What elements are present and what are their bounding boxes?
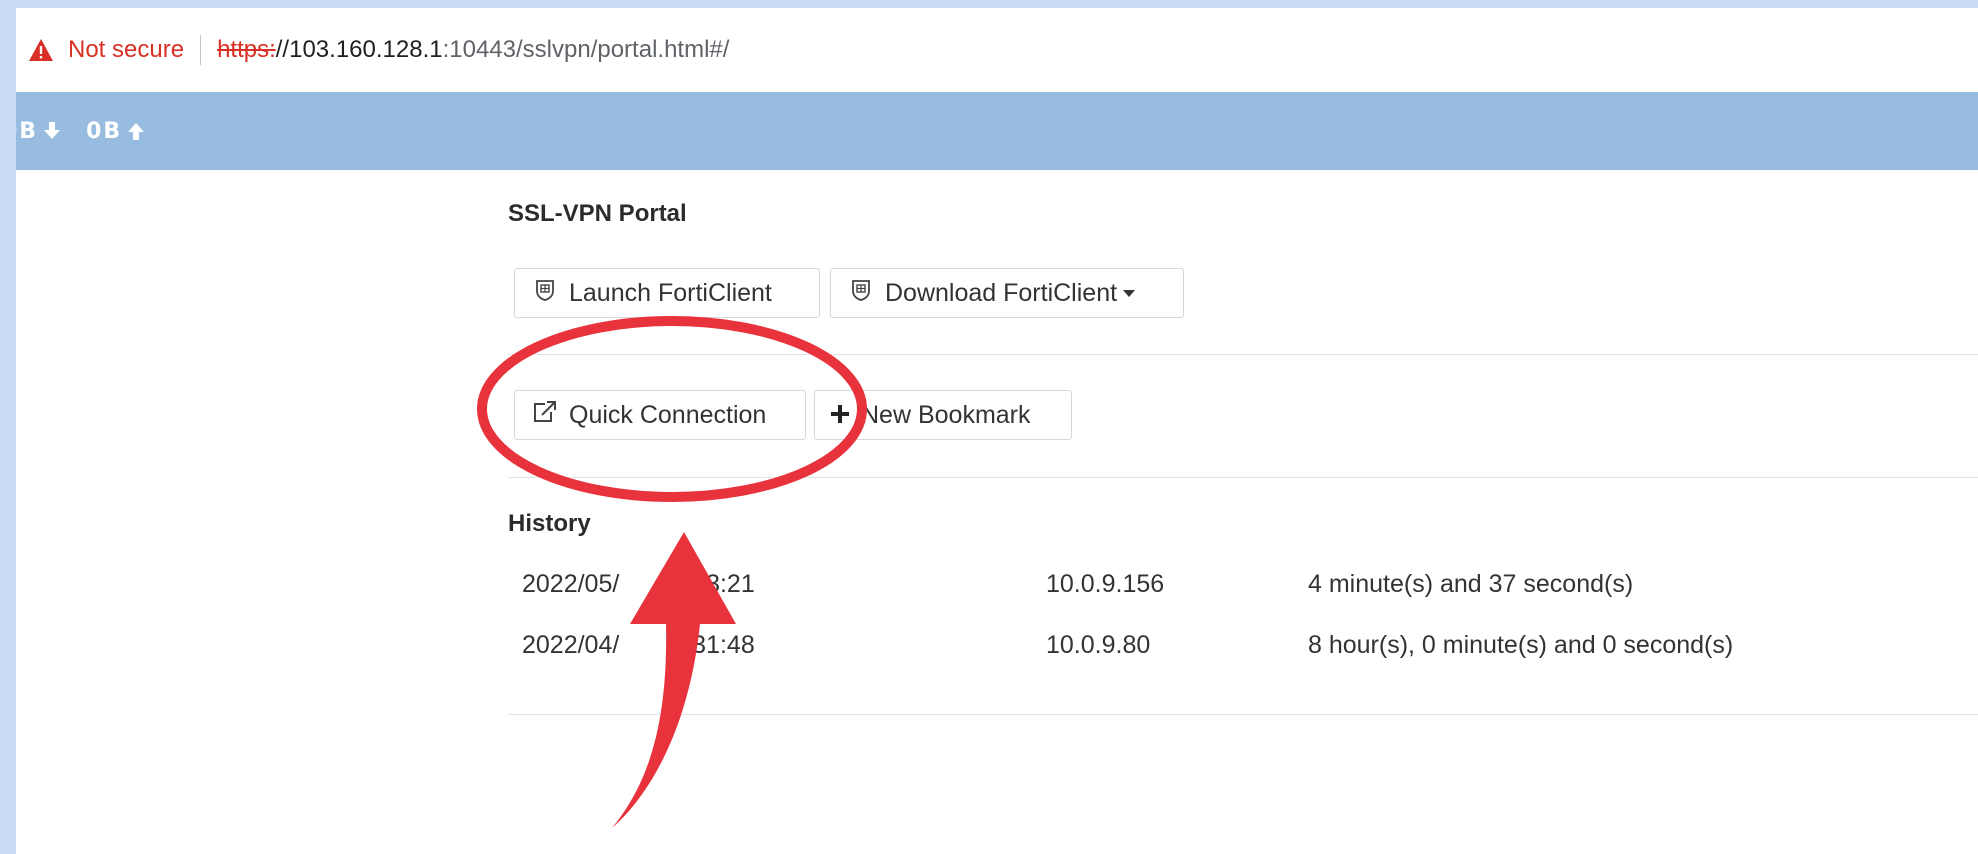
history-date: 2022/04/ bbox=[522, 631, 620, 659]
download-counter: 0B bbox=[16, 118, 61, 144]
url-path: :10443/sslvpn/portal.html#/ bbox=[442, 36, 730, 63]
arrow-up-icon bbox=[128, 123, 145, 140]
quick-connection-button[interactable]: Quick Connection bbox=[514, 390, 806, 440]
upload-counter: 0B bbox=[86, 118, 145, 144]
new-bookmark-label: New Bookmark bbox=[861, 400, 1031, 429]
history-ip: 10.0.9.80 bbox=[1046, 631, 1151, 659]
address-divider bbox=[200, 35, 202, 65]
download-forticlient-label: Download FortiClient bbox=[885, 278, 1118, 307]
history-date: 2022/05/ bbox=[522, 570, 620, 598]
external-link-icon bbox=[531, 400, 557, 431]
forticlient-shield-icon bbox=[849, 278, 873, 309]
history-row: 2022/05/1:13:21 10.0.9.156 4 minute(s) a… bbox=[508, 570, 1978, 610]
url-host: //103.160.128.1 bbox=[275, 36, 443, 63]
caret-down-icon bbox=[1123, 289, 1136, 297]
download-bytes: 0B bbox=[16, 118, 39, 144]
new-bookmark-button[interactable]: New Bookmark bbox=[814, 390, 1072, 440]
history-row: 2022/04/5:31:48 10.0.9.80 8 hour(s), 0 m… bbox=[508, 631, 1978, 671]
section-divider bbox=[508, 714, 1978, 715]
download-forticlient-button[interactable]: Download FortiClient bbox=[830, 268, 1184, 318]
history-clock: 5:31:48 bbox=[671, 631, 755, 659]
launch-forticlient-button[interactable]: Launch FortiClient bbox=[514, 268, 820, 318]
launch-forticlient-label: Launch FortiClient bbox=[569, 278, 772, 307]
url-scheme: https: bbox=[217, 36, 276, 63]
address-bar[interactable]: Not secure https://103.160.128.1:10443/s… bbox=[16, 8, 1978, 92]
section-divider bbox=[508, 477, 1978, 478]
portal-content: SSL-VPN Portal Launch FortiClient Downlo… bbox=[508, 170, 1978, 854]
upload-bytes: 0B bbox=[86, 118, 123, 144]
page-title: SSL-VPN Portal bbox=[508, 200, 687, 227]
history-time: 2022/04/5:31:48 bbox=[522, 631, 755, 660]
portal-header-bar: 0B 0B bbox=[16, 92, 1978, 170]
history-time: 2022/05/1:13:21 bbox=[522, 570, 755, 599]
quick-connection-label: Quick Connection bbox=[569, 400, 767, 429]
section-divider bbox=[508, 354, 1978, 355]
url-text[interactable]: https://103.160.128.1:10443/sslvpn/porta… bbox=[217, 36, 729, 64]
history-clock: 1:13:21 bbox=[671, 570, 755, 598]
history-duration: 8 hour(s), 0 minute(s) and 0 second(s) bbox=[1308, 631, 1734, 659]
history-ip: 10.0.9.156 bbox=[1046, 570, 1165, 598]
arrow-down-icon bbox=[44, 122, 61, 139]
history-duration: 4 minute(s) and 37 second(s) bbox=[1308, 570, 1634, 598]
browser-window: Not secure https://103.160.128.1:10443/s… bbox=[16, 8, 1978, 854]
history-heading: History bbox=[508, 510, 591, 537]
warning-triangle-icon bbox=[28, 38, 54, 62]
plus-icon bbox=[831, 401, 849, 430]
security-status-label[interactable]: Not secure bbox=[68, 36, 184, 64]
forticlient-shield-icon bbox=[533, 278, 557, 309]
